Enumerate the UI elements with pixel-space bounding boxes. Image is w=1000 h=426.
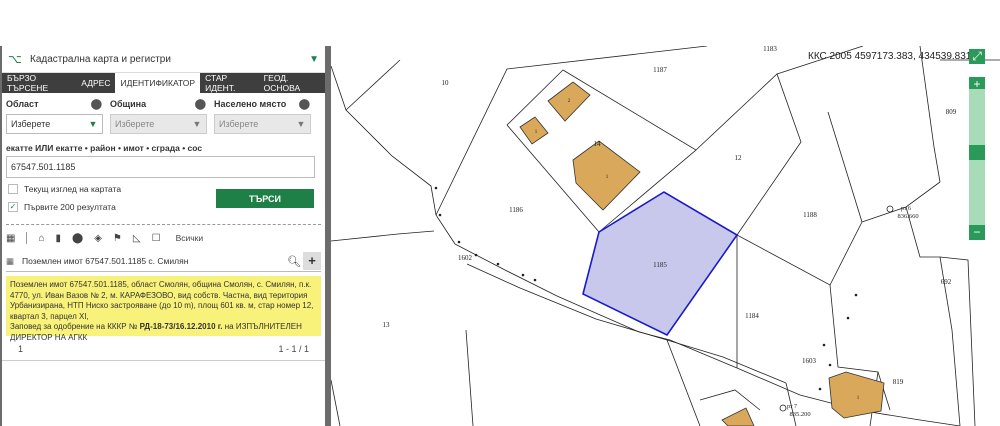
page-number[interactable]: 1 xyxy=(18,344,23,354)
divider xyxy=(26,232,28,244)
tab-address[interactable]: АДРЕС xyxy=(76,73,115,93)
grid-icon[interactable]: ▦ xyxy=(6,233,15,244)
result-count: 1 - 1 / 1 xyxy=(278,344,309,354)
location-pin-icon[interactable]: ⬤ xyxy=(72,233,83,244)
building[interactable] xyxy=(721,407,755,426)
result-title: Поземлен имот 67547.501.1185 с. Смилян xyxy=(22,256,189,266)
parcel-label: 1184 xyxy=(745,312,759,320)
shape-icon[interactable]: ◺ xyxy=(133,233,141,244)
top-bar xyxy=(0,0,1000,46)
survey-point-marker[interactable] xyxy=(886,205,894,213)
chevron-down-icon[interactable]: ▼ xyxy=(309,54,319,65)
select-all-checkbox[interactable]: ☐ xyxy=(152,233,161,244)
zoom-slider[interactable] xyxy=(969,89,985,225)
chevron-down-icon: ▼ xyxy=(192,119,202,129)
building[interactable] xyxy=(828,371,885,419)
parcel-label: 13 xyxy=(383,321,391,329)
tab-old-identifier[interactable]: СТАР ИДЕНТ. xyxy=(200,73,258,93)
panel-header[interactable]: ⌥ Кадастрална карта и регистри ▼ xyxy=(2,46,325,73)
result-description: Поземлен имот 67547.501.1185, област Смо… xyxy=(10,280,314,321)
tab-geodetic-base[interactable]: ГЕОД. ОСНОВА xyxy=(259,73,325,93)
naseleno-select: Изберете ▼ xyxy=(214,114,311,134)
panel-title: Кадастрална карта и регистри xyxy=(30,53,171,65)
parcel-label: 14 xyxy=(594,140,602,148)
survey-point-marker[interactable] xyxy=(779,404,787,412)
parcel-label: 809 xyxy=(946,108,957,116)
grid-icon: ▦ xyxy=(6,255,15,266)
apartment-icon[interactable]: ▮ xyxy=(56,233,62,244)
location-pin-icon[interactable]: ⬤ xyxy=(299,99,310,110)
location-pin-icon[interactable]: ⬤ xyxy=(91,99,102,110)
cadastral-map[interactable]: 10 1187 1185 12 1186 1188 809 1602 1184 … xyxy=(331,46,1000,426)
tab-identifier[interactable]: ИДЕНТИФИКАТОР xyxy=(115,73,201,93)
parcel-label: 1602 xyxy=(458,254,473,262)
zoom-control: ⤢ + − xyxy=(969,49,985,245)
result-header[interactable]: ▦ Поземлен имот 67547.501.1185 с. Смилян… xyxy=(6,251,321,272)
parcel-label: 1185 xyxy=(653,261,667,269)
map-canvas[interactable]: 10 1187 1185 12 1186 1188 809 1602 1184 … xyxy=(331,46,1000,426)
parcel-label: 1603 xyxy=(802,357,817,365)
zoom-slider-handle[interactable] xyxy=(969,145,985,160)
first200-option[interactable]: ✓ Първите 200 резултата xyxy=(8,202,116,212)
zoom-out-button[interactable]: − xyxy=(969,225,985,240)
oblast-select[interactable]: Изберете ▼ xyxy=(6,114,103,134)
add-icon[interactable]: + xyxy=(303,252,321,270)
layers-icon[interactable]: ◈ xyxy=(94,233,102,244)
location-pin-icon[interactable]: ⬤ xyxy=(195,99,206,110)
parcel-label: 12 xyxy=(735,154,743,162)
survey-point-elevation: 836.660 xyxy=(897,213,918,220)
result-order-prefix: Заповед за одобрение на КККР № xyxy=(10,322,140,331)
parcel-label: 819 xyxy=(893,378,904,386)
survey-point-elevation: 835.200 xyxy=(789,411,810,418)
parcel-label: 1187 xyxy=(653,66,667,74)
current-view-checkbox[interactable] xyxy=(8,184,18,194)
parcel-label: 10 xyxy=(442,79,450,87)
fullscreen-icon[interactable]: ⤢ xyxy=(969,49,985,64)
all-label: Всички xyxy=(175,233,204,243)
survey-point-name: рт 7 xyxy=(787,404,797,410)
ekatte-label: екатте ИЛИ екатте • район • имот • сград… xyxy=(6,143,203,153)
chevron-down-icon: ▼ xyxy=(88,119,98,129)
search-button[interactable]: ТЪРСИ xyxy=(216,189,314,208)
parcel-label: 1188 xyxy=(803,211,817,219)
building-icon[interactable]: ⌂ xyxy=(38,233,44,244)
first200-checkbox[interactable]: ✓ xyxy=(8,202,18,212)
search-icon[interactable]: 🔍︎ xyxy=(285,255,303,268)
coordinates-readout: ККС 2005 4597173.383, 434539.831 xyxy=(808,51,972,62)
parcel-label: 692 xyxy=(941,278,952,286)
result-info[interactable]: Поземлен имот 67547.501.1185, област Смо… xyxy=(6,276,321,342)
layer-filter-bar: ▦ ⌂ ▮ ⬤ ◈ ⚑ ◺ ☐ Всички xyxy=(2,225,325,251)
oblast-label: Област xyxy=(6,99,39,109)
ekatte-input[interactable]: 67547.501.1185 xyxy=(6,156,315,178)
obshtina-select: Изберете ▼ xyxy=(110,114,207,134)
current-view-option[interactable]: Текущ изглед на картата xyxy=(8,184,121,194)
search-tabs: БЪРЗО ТЪРСЕНЕ АДРЕС ИДЕНТИФИКАТОР СТАР И… xyxy=(2,73,325,93)
result-order-number: РД-18-73/16.12.2010 г. xyxy=(139,322,223,331)
tab-quick-search[interactable]: БЪРЗО ТЪРСЕНЕ xyxy=(2,73,76,93)
parcel-label: 1186 xyxy=(509,206,523,214)
parcel-label: 1183 xyxy=(763,46,777,53)
survey-point-name: рт 6 xyxy=(901,206,911,212)
chevron-down-icon: ▼ xyxy=(296,119,306,129)
search-panel: ⌥ Кадастрална карта и регистри ▼ БЪРЗО Т… xyxy=(2,46,325,426)
flag-icon[interactable]: ⚑ xyxy=(113,233,122,244)
obshtina-label: Община xyxy=(110,99,147,109)
naseleno-label: Населено място xyxy=(214,99,287,109)
cadastre-logo-icon: ⌥ xyxy=(8,52,22,66)
